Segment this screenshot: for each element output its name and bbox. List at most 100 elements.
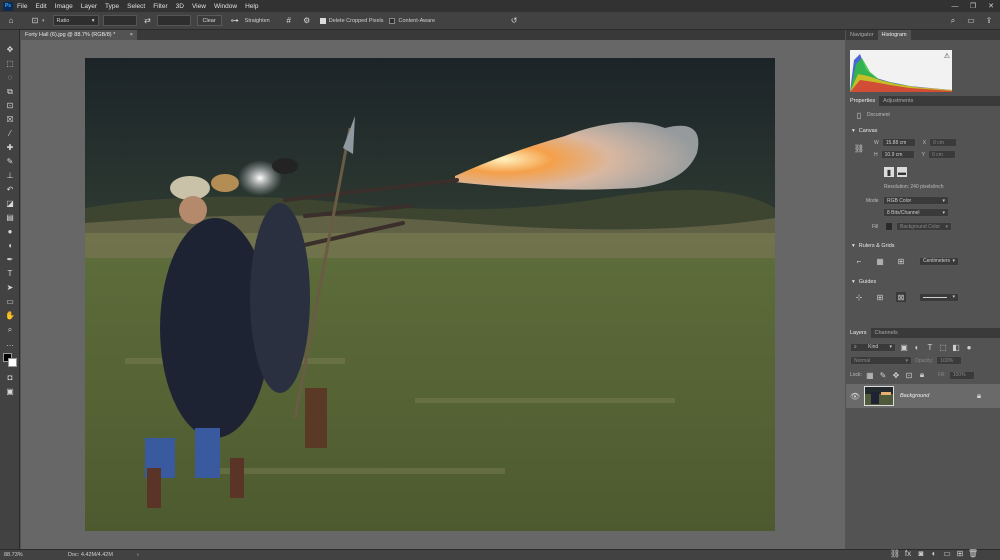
zoom-level[interactable]: 88.73%: [4, 552, 44, 558]
reset-icon[interactable]: ↺: [507, 14, 521, 28]
layer-name[interactable]: Background: [900, 393, 929, 399]
overlay-grid-icon[interactable]: #: [282, 14, 296, 28]
lock-position-icon[interactable]: ✥: [891, 370, 901, 380]
ratio-select[interactable]: Ratio ▾: [52, 15, 99, 26]
blur-tool-icon[interactable]: ●: [3, 226, 17, 237]
more-tools-icon[interactable]: …: [3, 338, 17, 349]
menu-window[interactable]: Window: [210, 3, 241, 10]
swap-icon[interactable]: ⇄: [141, 14, 155, 28]
menu-image[interactable]: Image: [51, 3, 77, 10]
menu-view[interactable]: View: [188, 3, 210, 10]
menu-layer[interactable]: Layer: [77, 3, 101, 10]
canvas-height-input[interactable]: 10.9 cm: [880, 150, 915, 159]
warning-icon[interactable]: ⚠: [944, 52, 950, 60]
object-selection-tool-icon[interactable]: ⧉: [3, 86, 17, 97]
canvas-section-header[interactable]: ▾ Canvas: [848, 125, 881, 137]
zoom-tool-icon[interactable]: ⌕: [3, 324, 17, 335]
visibility-eye-icon[interactable]: 👁︎: [850, 391, 860, 401]
menu-select[interactable]: Select: [123, 3, 149, 10]
tab-properties[interactable]: Properties: [846, 96, 880, 106]
add-mask-icon[interactable]: ◙: [916, 548, 926, 558]
menu-3d[interactable]: 3D: [172, 3, 188, 10]
canvas-width-input[interactable]: 15.88 cm: [881, 138, 916, 147]
status-menu-arrow-icon[interactable]: ›: [137, 552, 139, 558]
ruler-icon[interactable]: ⌐: [854, 256, 864, 266]
pixel-grid-icon[interactable]: ⊞: [896, 256, 906, 266]
guide-layout-icon[interactable]: ⊹: [854, 292, 864, 302]
landscape-orientation-icon[interactable]: ▬: [897, 167, 907, 177]
rulers-grids-section-header[interactable]: ▾ Rulers & Grids: [848, 240, 899, 252]
filter-toggle-icon[interactable]: ●: [964, 342, 974, 352]
crop-settings-gear-icon[interactable]: ⚙: [300, 14, 314, 28]
history-brush-tool-icon[interactable]: ↶: [3, 184, 17, 195]
tab-channels[interactable]: Channels: [871, 328, 902, 338]
lock-all-icon[interactable]: 🔒︎: [917, 370, 927, 380]
restore-button[interactable]: ❐: [964, 2, 982, 10]
move-tool-icon[interactable]: ✥: [3, 44, 17, 55]
width-ratio-input[interactable]: [102, 15, 137, 26]
tab-layers[interactable]: Layers: [846, 328, 871, 338]
eraser-tool-icon[interactable]: ◪: [3, 198, 17, 209]
filter-type-icon[interactable]: T: [925, 342, 935, 352]
straighten-label[interactable]: Straighten: [245, 18, 270, 24]
quick-mask-icon[interactable]: ◘: [3, 372, 17, 383]
tab-adjustments[interactable]: Adjustments: [879, 96, 917, 106]
eyedropper-tool-icon[interactable]: ⁄: [3, 128, 17, 139]
close-window-button[interactable]: ✕: [982, 2, 1000, 10]
frame-tool-icon[interactable]: ☒: [3, 114, 17, 125]
pen-tool-icon[interactable]: ✒: [3, 254, 17, 265]
blend-mode-select[interactable]: Normal ▾: [850, 356, 912, 365]
link-layers-icon[interactable]: ⛓: [890, 548, 900, 558]
close-tab-icon[interactable]: ×: [130, 32, 133, 38]
document-tab[interactable]: Forty Hall (6).jpg @ 88.7% (RGB/8) * ×: [21, 30, 137, 40]
fill-select[interactable]: Background Color ▾: [896, 222, 952, 231]
path-selection-tool-icon[interactable]: ➤: [3, 282, 17, 293]
filter-smart-object-icon[interactable]: ◧: [951, 342, 961, 352]
crop-tool-icon[interactable]: ⊡: [28, 14, 42, 28]
menu-type[interactable]: Type: [101, 3, 123, 10]
lock-image-icon[interactable]: ✎: [878, 370, 888, 380]
guide-style-select[interactable]: ▾: [919, 292, 959, 302]
background-color-swatch[interactable]: [8, 358, 17, 367]
new-layer-icon[interactable]: ⊞: [955, 548, 965, 558]
healing-brush-tool-icon[interactable]: ✚: [3, 142, 17, 153]
fill-color-swatch[interactable]: [885, 222, 893, 231]
filter-shape-icon[interactable]: ⬚: [938, 342, 948, 352]
dodge-tool-icon[interactable]: ◖: [3, 240, 17, 251]
filter-pixel-icon[interactable]: ▣: [899, 342, 909, 352]
crop-tool-icon[interactable]: ⊡: [3, 100, 17, 111]
menu-filter[interactable]: Filter: [149, 3, 171, 10]
mode-select[interactable]: RGB Color ▾: [883, 196, 949, 205]
hand-tool-icon[interactable]: ✋: [3, 310, 17, 321]
grid-icon[interactable]: ▦: [875, 256, 885, 266]
tab-navigator[interactable]: Navigator: [846, 30, 878, 40]
canvas-y-input[interactable]: 0 cm: [927, 150, 956, 159]
minimize-button[interactable]: —: [946, 3, 964, 10]
delete-cropped-pixels-checkbox[interactable]: [319, 17, 326, 24]
marquee-tool-icon[interactable]: ⬚: [3, 58, 17, 69]
height-ratio-input[interactable]: [156, 15, 191, 26]
layer-row-background[interactable]: 👁︎ Background 🔒︎: [846, 384, 1000, 408]
new-adjustment-layer-icon[interactable]: ◐: [929, 548, 939, 558]
brush-tool-icon[interactable]: ✎: [3, 156, 17, 167]
delete-layer-icon[interactable]: 🗑︎: [968, 548, 978, 558]
clear-button[interactable]: Clear: [196, 15, 222, 26]
canvas-x-input[interactable]: 0 cm: [929, 138, 958, 147]
menu-file[interactable]: File: [13, 3, 31, 10]
rectangle-tool-icon[interactable]: ▭: [3, 296, 17, 307]
gradient-tool-icon[interactable]: ▤: [3, 212, 17, 223]
clear-guides-icon[interactable]: ⊠: [896, 292, 906, 302]
layer-kind-filter[interactable]: ⌕ Kind ▾: [850, 342, 896, 352]
menu-help[interactable]: Help: [241, 3, 262, 10]
screen-mode-icon[interactable]: ▣: [3, 386, 17, 397]
type-tool-icon[interactable]: T: [3, 268, 17, 279]
new-group-icon[interactable]: ▭: [942, 548, 952, 558]
straighten-icon[interactable]: ⊶: [228, 14, 242, 28]
link-dimensions-icon[interactable]: ⛓: [854, 143, 864, 153]
lock-artboard-icon[interactable]: ⊡: [904, 370, 914, 380]
opacity-input[interactable]: 100%: [936, 356, 963, 365]
guides-section-header[interactable]: ▾ Guides: [848, 276, 880, 288]
share-icon[interactable]: ⇪: [982, 14, 996, 28]
bit-depth-select[interactable]: 8 Bits/Channel ▾: [883, 208, 949, 217]
menu-edit[interactable]: Edit: [31, 3, 50, 10]
